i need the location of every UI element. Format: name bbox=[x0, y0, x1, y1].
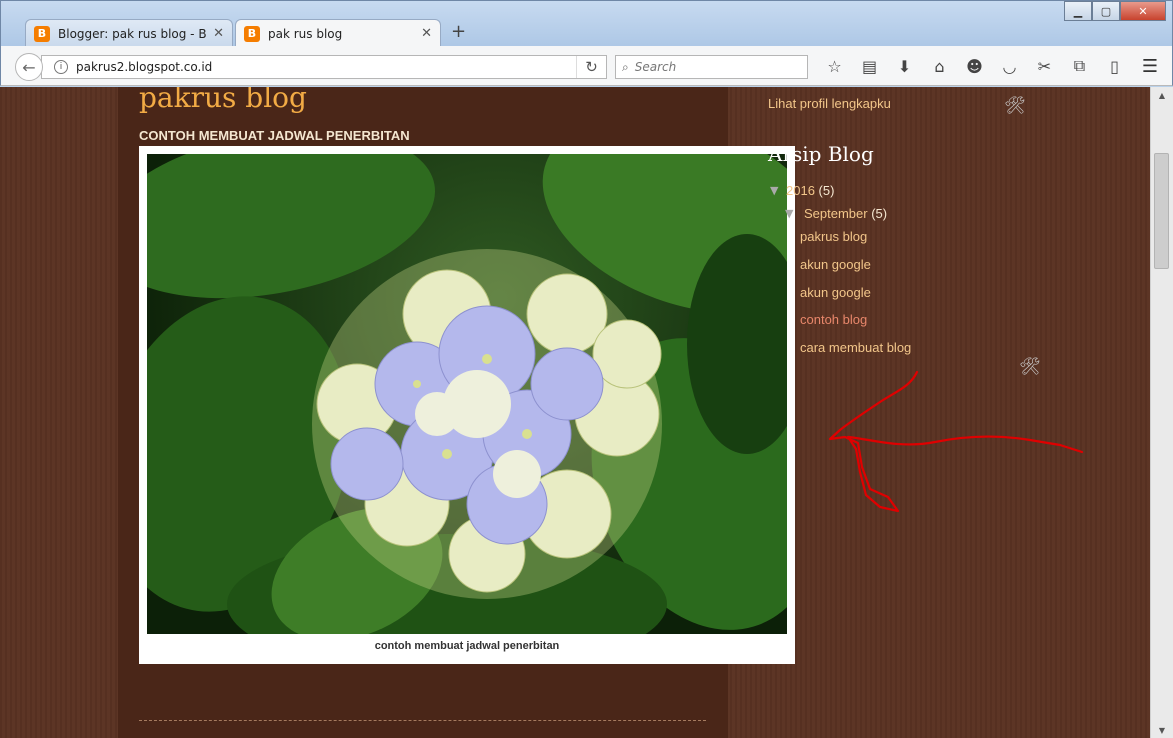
url-text[interactable]: pakrus2.blogspot.co.id bbox=[76, 60, 212, 74]
scrollbar-thumb[interactable] bbox=[1154, 153, 1169, 269]
scroll-down-icon[interactable]: ▼ bbox=[1151, 722, 1173, 738]
emoji-icon[interactable]: ☻ bbox=[957, 54, 992, 78]
blogger-icon: B bbox=[244, 25, 260, 42]
web-page: pakrus blog CONTOH MEMBUAT JADWAL PENERB… bbox=[0, 87, 1150, 738]
close-window-icon[interactable]: ✕ bbox=[1120, 1, 1166, 21]
vertical-scrollbar[interactable]: ▲ ▼ bbox=[1150, 87, 1173, 738]
minimize-icon[interactable]: ▁ bbox=[1064, 1, 1092, 21]
hamburger-icon[interactable]: ☰ bbox=[1138, 54, 1162, 78]
scroll-up-icon[interactable]: ▲ bbox=[1151, 87, 1173, 103]
info-icon[interactable]: i bbox=[54, 60, 68, 74]
tab-title: pak rus blog bbox=[268, 26, 343, 41]
address-bar[interactable]: i pakrus2.blogspot.co.id ↻ bbox=[41, 55, 607, 79]
navigation-toolbar: i pakrus2.blogspot.co.id ↻ ← ⌕ Search ☆ … bbox=[0, 46, 1173, 86]
search-input[interactable]: ⌕ Search bbox=[615, 55, 808, 79]
tab-blogger-dashboard[interactable]: B Blogger: pak rus blog - Bua... ✕ bbox=[25, 19, 233, 47]
back-arrow-icon: ← bbox=[22, 57, 36, 77]
home-icon[interactable]: ⌂ bbox=[922, 54, 957, 78]
search-placeholder: Search bbox=[634, 60, 677, 74]
translate-icon[interactable]: ⧉ bbox=[1062, 54, 1097, 78]
download-icon[interactable]: ⬇ bbox=[887, 54, 922, 78]
scissors-icon[interactable]: ✂ bbox=[1027, 54, 1062, 78]
close-tab-icon[interactable]: ✕ bbox=[421, 26, 432, 41]
red-annotation-arrow bbox=[828, 370, 1084, 513]
search-icon: ⌕ bbox=[622, 59, 629, 74]
star-icon[interactable]: ☆ bbox=[817, 54, 852, 78]
pocket-icon[interactable]: ◡ bbox=[992, 54, 1027, 78]
toolbar-icons: ☆ ▤ ⬇ ⌂ ☻ ◡ ✂ ⧉ ▯ bbox=[817, 54, 1132, 78]
window-controls: ▁ ▢ ✕ bbox=[1064, 1, 1166, 21]
clipboard-icon[interactable]: ▯ bbox=[1097, 54, 1132, 78]
close-tab-icon[interactable]: ✕ bbox=[213, 26, 224, 41]
reading-list-icon[interactable]: ▤ bbox=[852, 54, 887, 78]
tab-pak-rus-blog[interactable]: B pak rus blog ✕ bbox=[235, 19, 441, 47]
browser-titlebar: B Blogger: pak rus blog - Bua... ✕ B pak… bbox=[0, 0, 1173, 47]
reload-icon[interactable]: ↻ bbox=[576, 56, 606, 78]
new-tab-button[interactable]: + bbox=[451, 21, 466, 42]
back-button[interactable]: ← bbox=[15, 53, 43, 81]
tab-title: Blogger: pak rus blog - Bua... bbox=[58, 26, 207, 41]
maximize-icon[interactable]: ▢ bbox=[1092, 1, 1120, 21]
blogger-icon: B bbox=[34, 25, 50, 42]
